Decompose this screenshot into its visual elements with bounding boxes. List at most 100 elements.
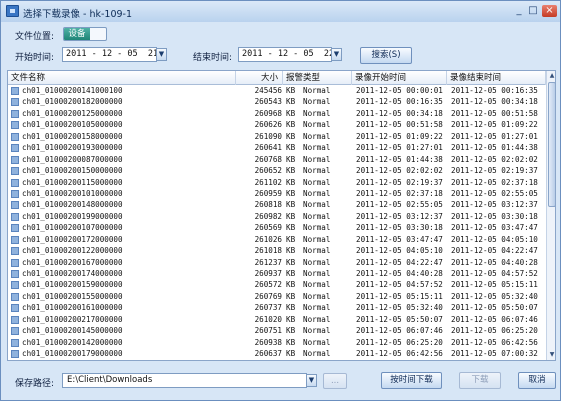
end-time-cell: 2011-12-05 00:51:58 [451, 108, 538, 118]
scroll-up-icon[interactable]: ▲ [547, 71, 555, 81]
table-row[interactable]: ch01_01000200148000000 260818 KB Normal 2011… [8, 199, 546, 210]
start-time-cell: 2011-12-05 00:51:58 [356, 120, 443, 130]
close-button[interactable]: × [542, 5, 557, 17]
alarm-type-cell: Normal [303, 234, 331, 244]
file-size-cell: 260543 [254, 97, 282, 107]
file-name-cell: ch01_01000200161000000 [22, 303, 123, 313]
alarm-type-cell: Normal [303, 291, 331, 301]
end-time-label: 结束时间: [193, 53, 233, 63]
table-row[interactable]: ch01_01000200217000000 261020 KB Normal 2011… [8, 314, 546, 325]
table-row[interactable]: ch01_01000200115000000 261102 KB Normal 2011… [8, 177, 546, 188]
file-size-cell: 260572 [254, 280, 282, 290]
table-row[interactable]: ch01_01000200105000000 260626 KB Normal 2011… [8, 119, 546, 130]
file-name-cell: ch01_01000200155000000 [22, 291, 123, 301]
title-bar[interactable]: 选择下载录像 - hk-109-1 _ □ × [1, 1, 560, 22]
alarm-type-cell: Normal [303, 269, 331, 278]
start-time-cell: 2011-12-05 00:16:35 [356, 97, 443, 107]
column-header-size[interactable]: 大小 [236, 71, 283, 85]
video-file-icon [11, 155, 19, 164]
file-size-unit-cell: KB [286, 131, 296, 141]
file-name-cell: ch01_01000200174000000 [22, 269, 123, 278]
file-size-unit-cell: KB [286, 303, 296, 313]
video-file-icon [11, 178, 19, 187]
end-time-dropdown-icon[interactable]: ▼ [331, 48, 342, 61]
scrollbar-thumb[interactable] [548, 82, 555, 207]
file-size-unit-cell: KB [286, 269, 296, 278]
end-time-cell: 2011-12-05 01:27:01 [451, 131, 538, 141]
end-time-cell: 2011-12-05 00:34:18 [451, 97, 538, 107]
column-header-name[interactable]: 文件名称 [8, 71, 236, 85]
file-location-device-option[interactable]: 设备 [64, 28, 90, 40]
download-by-time-button[interactable]: 按时间下载 [381, 372, 442, 389]
start-time-cell: 2011-12-05 03:47:47 [356, 234, 443, 244]
file-size-cell: 260937 [254, 269, 282, 278]
end-time-cell: 2011-12-05 06:07:46 [451, 314, 538, 324]
window-title: 选择下载录像 - hk-109-1 [23, 9, 133, 20]
start-time-input[interactable]: 2011 - 12 - 05 21 : 0 [62, 47, 157, 62]
table-row[interactable]: ch01_01000200141000100 245456 KB Normal 2011… [8, 85, 546, 96]
end-time-cell: 2011-12-05 02:02:02 [451, 154, 538, 164]
maximize-button[interactable]: □ [526, 5, 540, 17]
file-size-cell: 260737 [254, 303, 282, 313]
column-header-alarm-type[interactable]: 报警类型 [283, 71, 352, 85]
file-name-cell: ch01_01000200125000000 [22, 108, 123, 118]
file-name-cell: ch01_01000200182000000 [22, 97, 123, 107]
recording-file-table: 文件名称 大小 报警类型 录像开始时间 录像结束时间 ch01_01000200… [7, 70, 556, 361]
file-name-cell: ch01_01000200145000000 [22, 326, 123, 336]
start-time-cell: 2011-12-05 06:07:46 [356, 326, 443, 336]
table-row[interactable]: ch01_01000200161000000 260737 KB Normal 2011… [8, 302, 546, 313]
end-time-cell: 2011-12-05 02:55:05 [451, 188, 538, 198]
table-row[interactable]: ch01_01000200179000000 260637 KB Normal 2011… [8, 348, 546, 359]
table-row[interactable]: ch01_01000200172000000 261026 KB Normal 2011… [8, 234, 546, 245]
table-row[interactable]: ch01_01000200155000000 260769 KB Normal 2011… [8, 291, 546, 302]
browse-button[interactable]: ... [323, 373, 347, 389]
table-row[interactable]: ch01_01000200182000000 260543 KB Normal 2011… [8, 96, 546, 107]
table-row[interactable]: ch01_01000200199000000 260982 KB Normal 2011… [8, 211, 546, 222]
table-row[interactable]: ch01_01000200158000000 261090 KB Normal 2011… [8, 131, 546, 142]
table-row[interactable]: ch01_01000200193000000 260641 KB Normal 2011… [8, 142, 546, 153]
column-header-end-time[interactable]: 录像结束时间 [447, 71, 546, 85]
table-row[interactable]: ch01_01000200101000000 260959 KB Normal 2011… [8, 188, 546, 199]
cancel-button[interactable]: 取消 [518, 372, 556, 389]
column-header-start-time[interactable]: 录像开始时间 [352, 71, 447, 85]
alarm-type-cell: Normal [303, 303, 331, 313]
file-name-cell: ch01_01000200193000000 [22, 143, 123, 153]
end-time-cell: 2011-12-05 05:15:11 [451, 280, 538, 290]
alarm-type-cell: Normal [303, 131, 331, 141]
file-location-toggle[interactable]: 设备 [63, 27, 107, 41]
table-row[interactable]: ch01_01000200087000000 260768 KB Normal 2011… [8, 154, 546, 165]
table-row[interactable]: ch01_01000200174000000 260937 KB Normal 2011… [8, 268, 546, 279]
alarm-type-cell: Normal [303, 97, 331, 107]
file-name-cell: ch01_01000200105000000 [22, 120, 123, 130]
file-name-cell: ch01_01000200107000000 [22, 223, 123, 233]
start-time-cell: 2011-12-05 02:37:18 [356, 188, 443, 198]
minimize-button[interactable]: _ [512, 5, 526, 17]
video-file-icon [11, 167, 19, 176]
save-path-input[interactable]: E:\Client\Downloads [62, 373, 307, 388]
table-vertical-scrollbar[interactable]: ▲ ▼ [546, 71, 555, 360]
start-time-dropdown-icon[interactable]: ▼ [156, 48, 167, 61]
save-path-dropdown-icon[interactable]: ▼ [306, 374, 317, 387]
video-file-icon [11, 258, 19, 267]
file-size-unit-cell: KB [286, 246, 296, 256]
end-time-input[interactable]: 2011 - 12 - 05 22 : 0 [238, 47, 332, 62]
file-size-unit-cell: KB [286, 234, 296, 244]
file-name-cell: ch01_01000200158000000 [22, 131, 123, 141]
file-size-cell: 260769 [254, 291, 282, 301]
table-row[interactable]: ch01_01000200150000000 260652 KB Normal 2011… [8, 165, 546, 176]
table-row[interactable]: ch01_01000200167000000 261237 KB Normal 2011… [8, 257, 546, 268]
video-file-icon [11, 121, 19, 130]
table-row[interactable]: ch01_01000200159000000 260572 KB Normal 2011… [8, 279, 546, 290]
table-row[interactable]: ch01_01000200145000000 260751 KB Normal 2011… [8, 325, 546, 336]
table-row[interactable]: ch01_01000200125000000 260968 KB Normal 2011… [8, 108, 546, 119]
table-row[interactable]: ch01_01000200122000000 261018 KB Normal 2011… [8, 245, 546, 256]
scroll-down-icon[interactable]: ▼ [547, 350, 555, 360]
download-button[interactable]: 下载 [459, 372, 501, 389]
table-body: ch01_01000200141000100 245456 KB Normal 2011… [8, 85, 546, 360]
end-time-cell: 2011-12-05 01:09:22 [451, 120, 538, 130]
table-row[interactable]: ch01_01000200142000000 260938 KB Normal 2011… [8, 337, 546, 348]
video-file-icon [11, 235, 19, 244]
video-file-icon [11, 292, 19, 301]
search-button[interactable]: 搜索(S) [360, 47, 412, 64]
table-row[interactable]: ch01_01000200107000000 260569 KB Normal 2011… [8, 222, 546, 233]
